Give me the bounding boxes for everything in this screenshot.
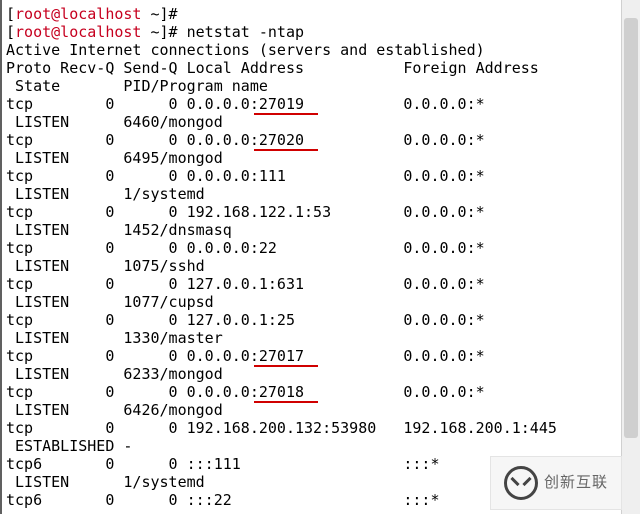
scrollbar-thumb[interactable] xyxy=(624,18,638,438)
watermark-badge: 创新互联 xyxy=(490,456,622,510)
highlight-underline xyxy=(254,149,318,151)
highlight-underline xyxy=(254,401,318,403)
watermark-logo-icon xyxy=(504,466,538,500)
prompt-user-host: root@localhost xyxy=(15,5,141,23)
highlight-underline xyxy=(254,365,318,367)
watermark-text: 创新互联 xyxy=(544,474,608,492)
vertical-scrollbar[interactable] xyxy=(621,0,640,514)
terminal-output[interactable]: [root@localhost ~]# [root@localhost ~]# … xyxy=(6,5,557,514)
window-left-border xyxy=(0,0,2,514)
prompt-user-host: root@localhost xyxy=(15,23,141,41)
highlight-underline xyxy=(254,113,318,115)
